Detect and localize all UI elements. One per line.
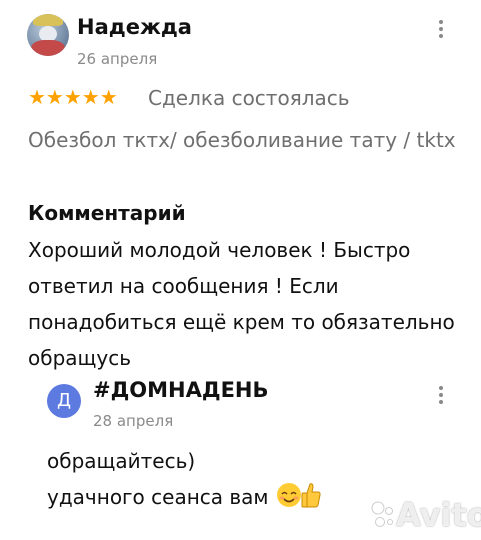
service-title: Обезбол тктх/ обезболивание тату / tktx [28, 128, 456, 152]
deal-status: Сделка состоялась [148, 86, 350, 110]
comment-text: Хороший молодой человек ! Быстро ответил… [28, 238, 455, 370]
review-more-menu-icon[interactable] [439, 20, 443, 41]
comment-heading: Комментарий [28, 201, 186, 225]
reply-date: 28 апреля [93, 412, 174, 430]
review-date: 26 апреля [77, 50, 158, 68]
reply-line-1: обращайтесь) [47, 449, 196, 473]
thumbs-up-emoji-icon [301, 482, 321, 519]
reply-author-avatar[interactable]: Д [47, 384, 81, 418]
avito-logo-icon [370, 500, 394, 530]
smiling-face-emoji-icon [276, 483, 301, 507]
author-name[interactable]: Надежда [77, 15, 192, 39]
rating-stars: ★★★★★ [28, 85, 118, 109]
avito-watermark: Avito [396, 496, 481, 534]
author-avatar[interactable] [27, 14, 69, 56]
reply-author-name[interactable]: #ДОМНАДЕНЬ [93, 378, 269, 402]
reply-line-2-text: удачного сеанса вам [47, 485, 269, 509]
reply-more-menu-icon[interactable] [439, 386, 443, 407]
